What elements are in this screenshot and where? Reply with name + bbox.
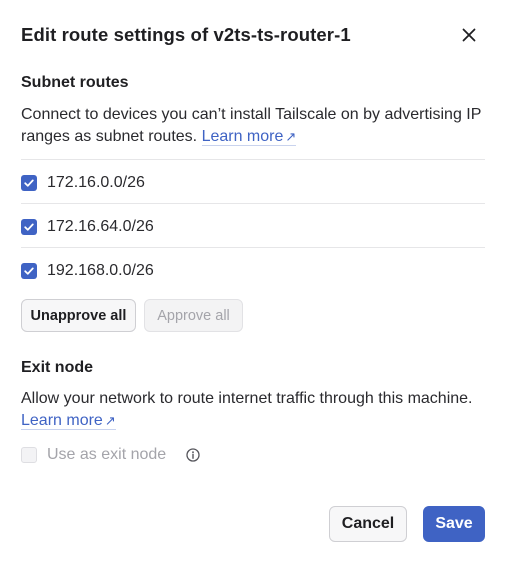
exit-node-checkbox[interactable] bbox=[21, 447, 37, 463]
route-divider bbox=[21, 203, 485, 204]
route-divider bbox=[21, 159, 485, 160]
route-label: 172.16.0.0/26 bbox=[47, 174, 145, 191]
route-checkbox[interactable] bbox=[21, 219, 37, 235]
exit-node-heading: Exit node bbox=[21, 359, 94, 376]
route-checkbox[interactable] bbox=[21, 175, 37, 191]
exit-node-label: Use as exit node bbox=[47, 446, 167, 463]
route-divider bbox=[21, 247, 485, 248]
info-icon[interactable] bbox=[186, 448, 200, 462]
exit-node-option: Use as exit node bbox=[21, 444, 200, 466]
exit-learn-more-label: Learn more bbox=[21, 412, 103, 429]
unapprove-all-button[interactable]: Unapprove all bbox=[21, 299, 136, 332]
edit-route-settings-dialog: Edit route settings of v2ts-ts-router-1 … bbox=[0, 0, 509, 564]
approve-all-button[interactable]: Approve all bbox=[144, 299, 243, 332]
route-row: 192.168.0.0/26 bbox=[21, 249, 485, 293]
save-button[interactable]: Save bbox=[423, 506, 485, 542]
subnet-learn-more-label: Learn more bbox=[201, 128, 284, 145]
route-checkbox[interactable] bbox=[21, 263, 37, 279]
route-row: 172.16.64.0/26 bbox=[21, 205, 485, 249]
exit-learn-more-link[interactable]: Learn more ↗ bbox=[21, 412, 116, 430]
subnet-routes-heading: Subnet routes bbox=[21, 74, 129, 91]
dialog-title: Edit route settings of v2ts-ts-router-1 bbox=[21, 24, 351, 45]
exit-node-description: Allow your network to route internet tra… bbox=[21, 388, 491, 432]
exit-description-text: Allow your network to route internet tra… bbox=[21, 390, 473, 407]
route-row: 172.16.0.0/26 bbox=[21, 161, 485, 205]
cancel-button[interactable]: Cancel bbox=[329, 506, 407, 542]
route-label: 172.16.64.0/26 bbox=[47, 218, 154, 235]
close-icon[interactable] bbox=[458, 24, 480, 46]
subnet-learn-more-link[interactable]: Learn more ↗ bbox=[201, 128, 297, 146]
external-arrow-icon: ↗ bbox=[285, 129, 297, 144]
route-label: 192.168.0.0/26 bbox=[47, 262, 154, 279]
external-arrow-icon: ↗ bbox=[104, 413, 116, 428]
subnet-routes-description: Connect to devices you can’t install Tai… bbox=[21, 104, 491, 148]
